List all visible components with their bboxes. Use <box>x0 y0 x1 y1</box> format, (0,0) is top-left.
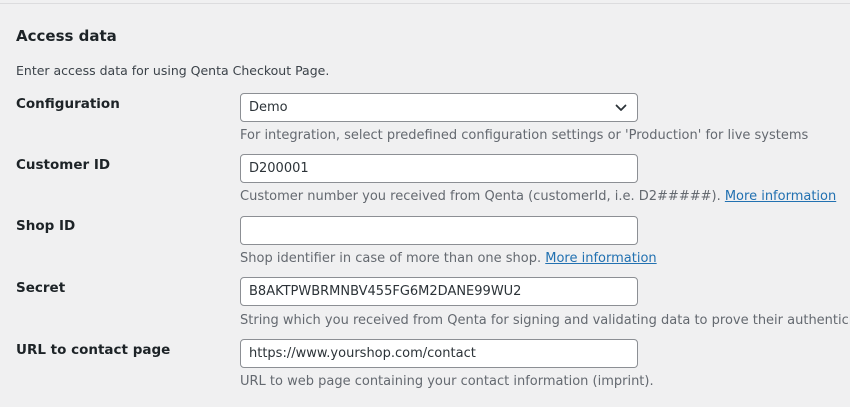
contact-url-value: https://www.yourshop.com/contact <box>249 346 476 361</box>
secret-help: String which you received from Qenta for… <box>240 313 850 328</box>
secret-label: Secret <box>16 280 66 296</box>
customer-id-more-info-link[interactable]: More information <box>725 189 836 204</box>
shop-id-more-info-link[interactable]: More information <box>545 251 656 266</box>
customer-id-help: Customer number you received from Qenta … <box>240 189 836 205</box>
shop-id-help-text: Shop identifier in case of more than one… <box>240 251 542 266</box>
configuration-label: Configuration <box>16 96 120 112</box>
customer-id-label: Customer ID <box>16 157 111 173</box>
configuration-select[interactable]: Demo <box>240 93 638 122</box>
contact-url-field[interactable]: https://www.yourshop.com/contact <box>240 339 638 368</box>
chevron-down-icon <box>615 104 627 111</box>
customer-id-value: D200001 <box>249 161 309 176</box>
contact-url-label: URL to contact page <box>16 342 171 358</box>
shop-id-field[interactable] <box>240 216 638 245</box>
section-description: Enter access data for using Qenta Checko… <box>16 63 330 78</box>
secret-value: B8AKTPWBRMNBV455FG6M2DANE99WU2 <box>249 284 522 299</box>
section-title: Access data <box>16 27 117 45</box>
configuration-help: For integration, select predefined confi… <box>240 128 809 143</box>
customer-id-field[interactable]: D200001 <box>240 154 638 183</box>
shop-id-label: Shop ID <box>16 218 76 234</box>
contact-url-help: URL to web page containing your contact … <box>240 374 654 389</box>
top-divider <box>0 3 850 4</box>
secret-field[interactable]: B8AKTPWBRMNBV455FG6M2DANE99WU2 <box>240 277 638 306</box>
customer-id-help-text: Customer number you received from Qenta … <box>240 189 721 204</box>
configuration-selected-value: Demo <box>249 100 288 115</box>
shop-id-help: Shop identifier in case of more than one… <box>240 251 657 267</box>
